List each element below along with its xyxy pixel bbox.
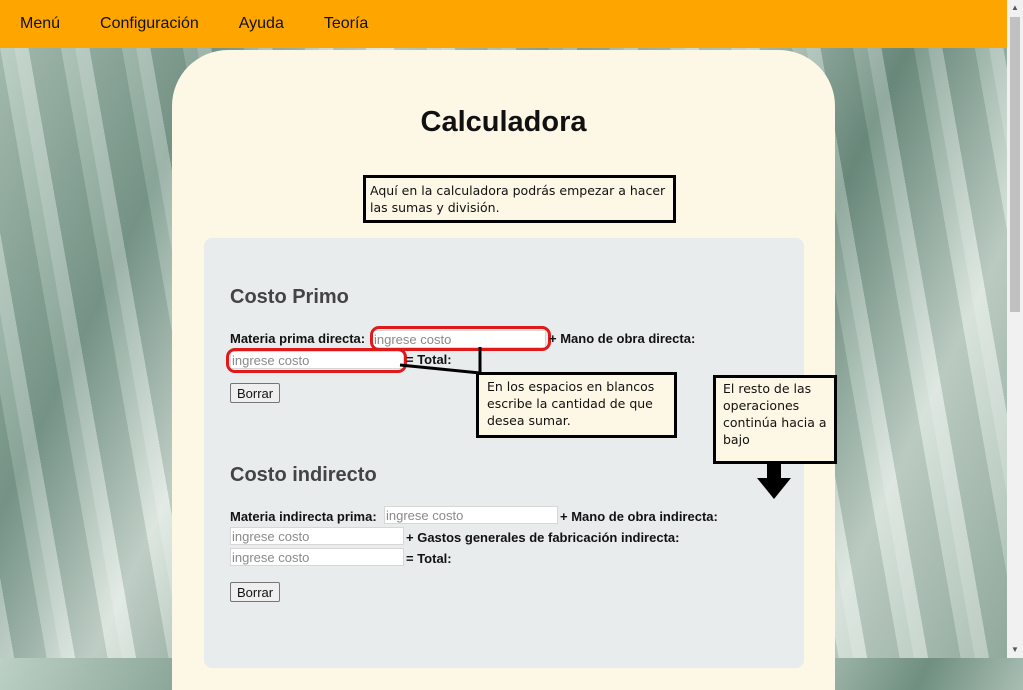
gastos-generales-input[interactable] (230, 548, 404, 566)
materia-indirecta-label: Materia indirecta prima: (230, 509, 377, 524)
highlight-oval (226, 348, 407, 373)
borrar-indirecto-button[interactable]: Borrar (230, 582, 281, 602)
mano-obra-indirecta-label: + Mano de obra indirecta: (560, 509, 718, 524)
blank-spaces-note: En los espacios en blancos escribe la ca… (476, 372, 677, 438)
scroll-down-icon[interactable]: ▼ (1007, 642, 1023, 658)
intro-note: Aquí en la calculadora podrás empezar a … (363, 175, 676, 223)
intro-note-text: Aquí en la calculadora podrás empezar a … (370, 183, 666, 215)
section-title-costo-primo: Costo Primo (230, 286, 349, 308)
nav-item-teoria[interactable]: Teoría (324, 15, 368, 33)
materia-prima-label: Materia prima directa: (230, 331, 366, 346)
page-title: Calculadora (420, 106, 587, 138)
mano-obra-indirecta-input[interactable] (230, 527, 404, 545)
nav-item-menu[interactable]: Menú (20, 15, 60, 33)
section-title-costo-indirecto: Costo indirecto (230, 464, 377, 486)
mano-obra-label: + Mano de obra directa: (549, 331, 696, 346)
nav-item-ayuda[interactable]: Ayuda (239, 15, 284, 33)
scroll-thumb[interactable] (1010, 17, 1020, 312)
connector-lines (399, 347, 482, 375)
borrar-button[interactable]: Borrar (230, 383, 281, 403)
vertical-scrollbar[interactable]: ▲ ▼ (1007, 0, 1023, 658)
top-navbar: Menú Configuración Ayuda Teoría (0, 0, 1007, 48)
rest-note-text: El resto de las operaciones continúa hac… (723, 381, 827, 447)
rest-note: El resto de las operaciones continúa hac… (713, 375, 837, 464)
scroll-up-icon[interactable]: ▲ (1007, 0, 1023, 16)
total-indirecto-label: = Total: (406, 551, 452, 566)
blank-spaces-note-text: En los espacios en blancos escribe la ca… (487, 379, 655, 428)
arrow-down-icon (757, 462, 791, 499)
materia-indirecta-input[interactable] (384, 506, 558, 524)
gastos-generales-label: + Gastos generales de fabricación indire… (406, 530, 680, 545)
nav-item-configuracion[interactable]: Configuración (100, 15, 199, 33)
